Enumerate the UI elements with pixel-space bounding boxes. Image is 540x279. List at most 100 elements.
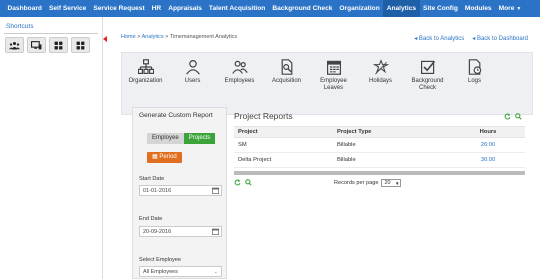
- breadcrumb-current: Timemanagement Analytics: [169, 34, 238, 40]
- project-reports-tools: [504, 113, 522, 120]
- end-date-input[interactable]: 20-09-2016: [139, 226, 222, 237]
- collapse-sidebar-icon[interactable]: [103, 36, 107, 42]
- refresh-icon[interactable]: [504, 113, 511, 120]
- nav-site-config[interactable]: Site Config: [420, 0, 462, 17]
- category-label: Organization: [128, 78, 163, 84]
- back-to-analytics-label: Back to Analytics: [418, 36, 465, 42]
- employees-icon: [231, 60, 248, 74]
- shortcut-grid-button[interactable]: [49, 37, 68, 53]
- nav-organization[interactable]: Organization: [336, 0, 383, 17]
- category-logs[interactable]: Logs: [451, 53, 498, 114]
- users-group-icon: [9, 41, 20, 49]
- records-per-page-select[interactable]: 20 ▼: [381, 179, 402, 187]
- grid-icon: [54, 41, 63, 49]
- select-employee-dropdown[interactable]: All Employees ⌄: [139, 266, 222, 277]
- nav-modules[interactable]: Modules: [461, 0, 495, 17]
- analytics-category-strip: Organization Users Employees Acquisition…: [121, 52, 533, 115]
- category-holidays[interactable]: Holidays: [357, 53, 404, 114]
- category-label: Acquisition: [271, 78, 301, 84]
- records-per-page: Records per page 20 ▼: [334, 179, 402, 187]
- chevron-down-icon: ▼: [395, 181, 400, 186]
- back-to-dashboard-link[interactable]: ◂ Back to Dashboard: [472, 35, 528, 42]
- category-acquisition[interactable]: Acquisition: [263, 53, 310, 114]
- table-row: Delta Project Billable 30:00: [234, 153, 525, 168]
- report-type-toggle: Employee Projects: [147, 133, 216, 144]
- records-per-page-value: 20: [384, 180, 391, 186]
- period-label: Period: [159, 154, 177, 160]
- calendar-icon[interactable]: [212, 228, 219, 235]
- cell-hours-link[interactable]: 26:00: [453, 142, 523, 148]
- nav-analytics[interactable]: Analytics: [383, 0, 420, 17]
- select-employee-value: All Employees: [143, 269, 178, 275]
- shortcuts-panel: Shortcuts: [0, 17, 103, 279]
- nav-service-request[interactable]: Service Request: [90, 0, 148, 17]
- cell-project: SM: [238, 142, 247, 148]
- category-employees[interactable]: Employees: [216, 53, 263, 114]
- calendar-icon: [326, 60, 341, 75]
- nav-more-label: More: [498, 5, 515, 12]
- category-employee-leaves[interactable]: Employee Leaves: [310, 53, 357, 114]
- period-button[interactable]: ▦ Period: [147, 152, 182, 163]
- horizontal-scrollbar[interactable]: [234, 171, 525, 175]
- table-row: SM Billable 26:00: [234, 138, 525, 153]
- breadcrumb-analytics[interactable]: Analytics: [142, 34, 164, 40]
- nav-talent-acquisition[interactable]: Talent Acquisition: [205, 0, 268, 17]
- back-to-dashboard-label: Back to Dashboard: [476, 36, 528, 42]
- category-organization[interactable]: Organization: [122, 53, 169, 114]
- users-icon: [185, 60, 200, 75]
- monitor-icon: [31, 40, 42, 49]
- cell-hours-link[interactable]: 30:00: [453, 157, 523, 163]
- column-header-project[interactable]: Project: [234, 129, 337, 135]
- tab-projects[interactable]: Projects: [183, 133, 216, 144]
- checkbox-icon: [420, 60, 435, 74]
- shortcuts-title: Shortcuts: [6, 23, 34, 30]
- category-label: Employees: [224, 78, 255, 84]
- category-label: Background Check: [411, 78, 444, 91]
- back-to-analytics-link[interactable]: ◂ Back to Analytics: [414, 35, 464, 42]
- nav-hr[interactable]: HR: [148, 0, 165, 17]
- nav-background-check[interactable]: Background Check: [269, 0, 336, 17]
- category-label: Employee Leaves: [320, 78, 347, 91]
- back-links: ◂ Back to Analytics ◂ Back to Dashboard: [414, 35, 528, 42]
- cell-project-type: Billable: [337, 157, 356, 163]
- nav-appraisals[interactable]: Appraisals: [165, 0, 206, 17]
- caret-down-icon: ▼: [516, 6, 522, 12]
- cell-project: Delta Project: [238, 157, 272, 163]
- table-footer: Records per page 20 ▼: [234, 177, 525, 188]
- search-icon[interactable]: [245, 179, 252, 186]
- organization-icon: [137, 59, 154, 74]
- tab-employee[interactable]: Employee: [147, 133, 184, 144]
- breadcrumb: Home > Analytics > Timemanagement Analyt…: [121, 34, 237, 40]
- column-header-project-type[interactable]: Project Type: [337, 129, 453, 135]
- records-per-page-label: Records per page: [334, 180, 379, 186]
- category-users[interactable]: Users: [169, 53, 216, 114]
- cell-project-type: Billable: [337, 142, 356, 148]
- start-date-value: 01-01-2016: [143, 188, 172, 194]
- footer-tools: [234, 179, 252, 186]
- shortcut-users-button[interactable]: [5, 37, 24, 53]
- shortcut-apps-button[interactable]: [71, 37, 90, 53]
- table-header: Project Project Type Hours: [234, 126, 525, 138]
- shortcut-monitor-button[interactable]: [27, 37, 46, 53]
- column-header-hours[interactable]: Hours: [453, 129, 523, 135]
- refresh-icon[interactable]: [234, 179, 241, 186]
- start-date-input[interactable]: 01-01-2016: [139, 185, 222, 196]
- project-reports-table: Project Project Type Hours SM Billable 2…: [234, 126, 525, 168]
- calendar-icon[interactable]: [212, 187, 219, 194]
- project-reports-title: Project Reports: [234, 111, 293, 121]
- category-label: Logs: [467, 78, 481, 84]
- generate-report-title: Generate Custom Report: [139, 112, 213, 119]
- apps-icon: [76, 41, 85, 49]
- category-background-check[interactable]: Background Check: [404, 53, 451, 114]
- search-icon[interactable]: [515, 113, 522, 120]
- nav-self-service[interactable]: Self Service: [45, 0, 89, 17]
- breadcrumb-home[interactable]: Home: [121, 34, 136, 40]
- end-date-label: End Date: [139, 216, 163, 222]
- generate-report-panel: Generate Custom Report Employee Projects…: [132, 107, 227, 279]
- category-label: Users: [184, 78, 201, 84]
- nav-dashboard[interactable]: Dashboard: [4, 0, 45, 17]
- select-employee-label: Select Employee: [139, 257, 181, 263]
- end-date-value: 20-09-2016: [143, 229, 172, 235]
- nav-more[interactable]: More ▼: [495, 0, 525, 17]
- top-navigation: Dashboard Self Service Service Request H…: [0, 0, 540, 17]
